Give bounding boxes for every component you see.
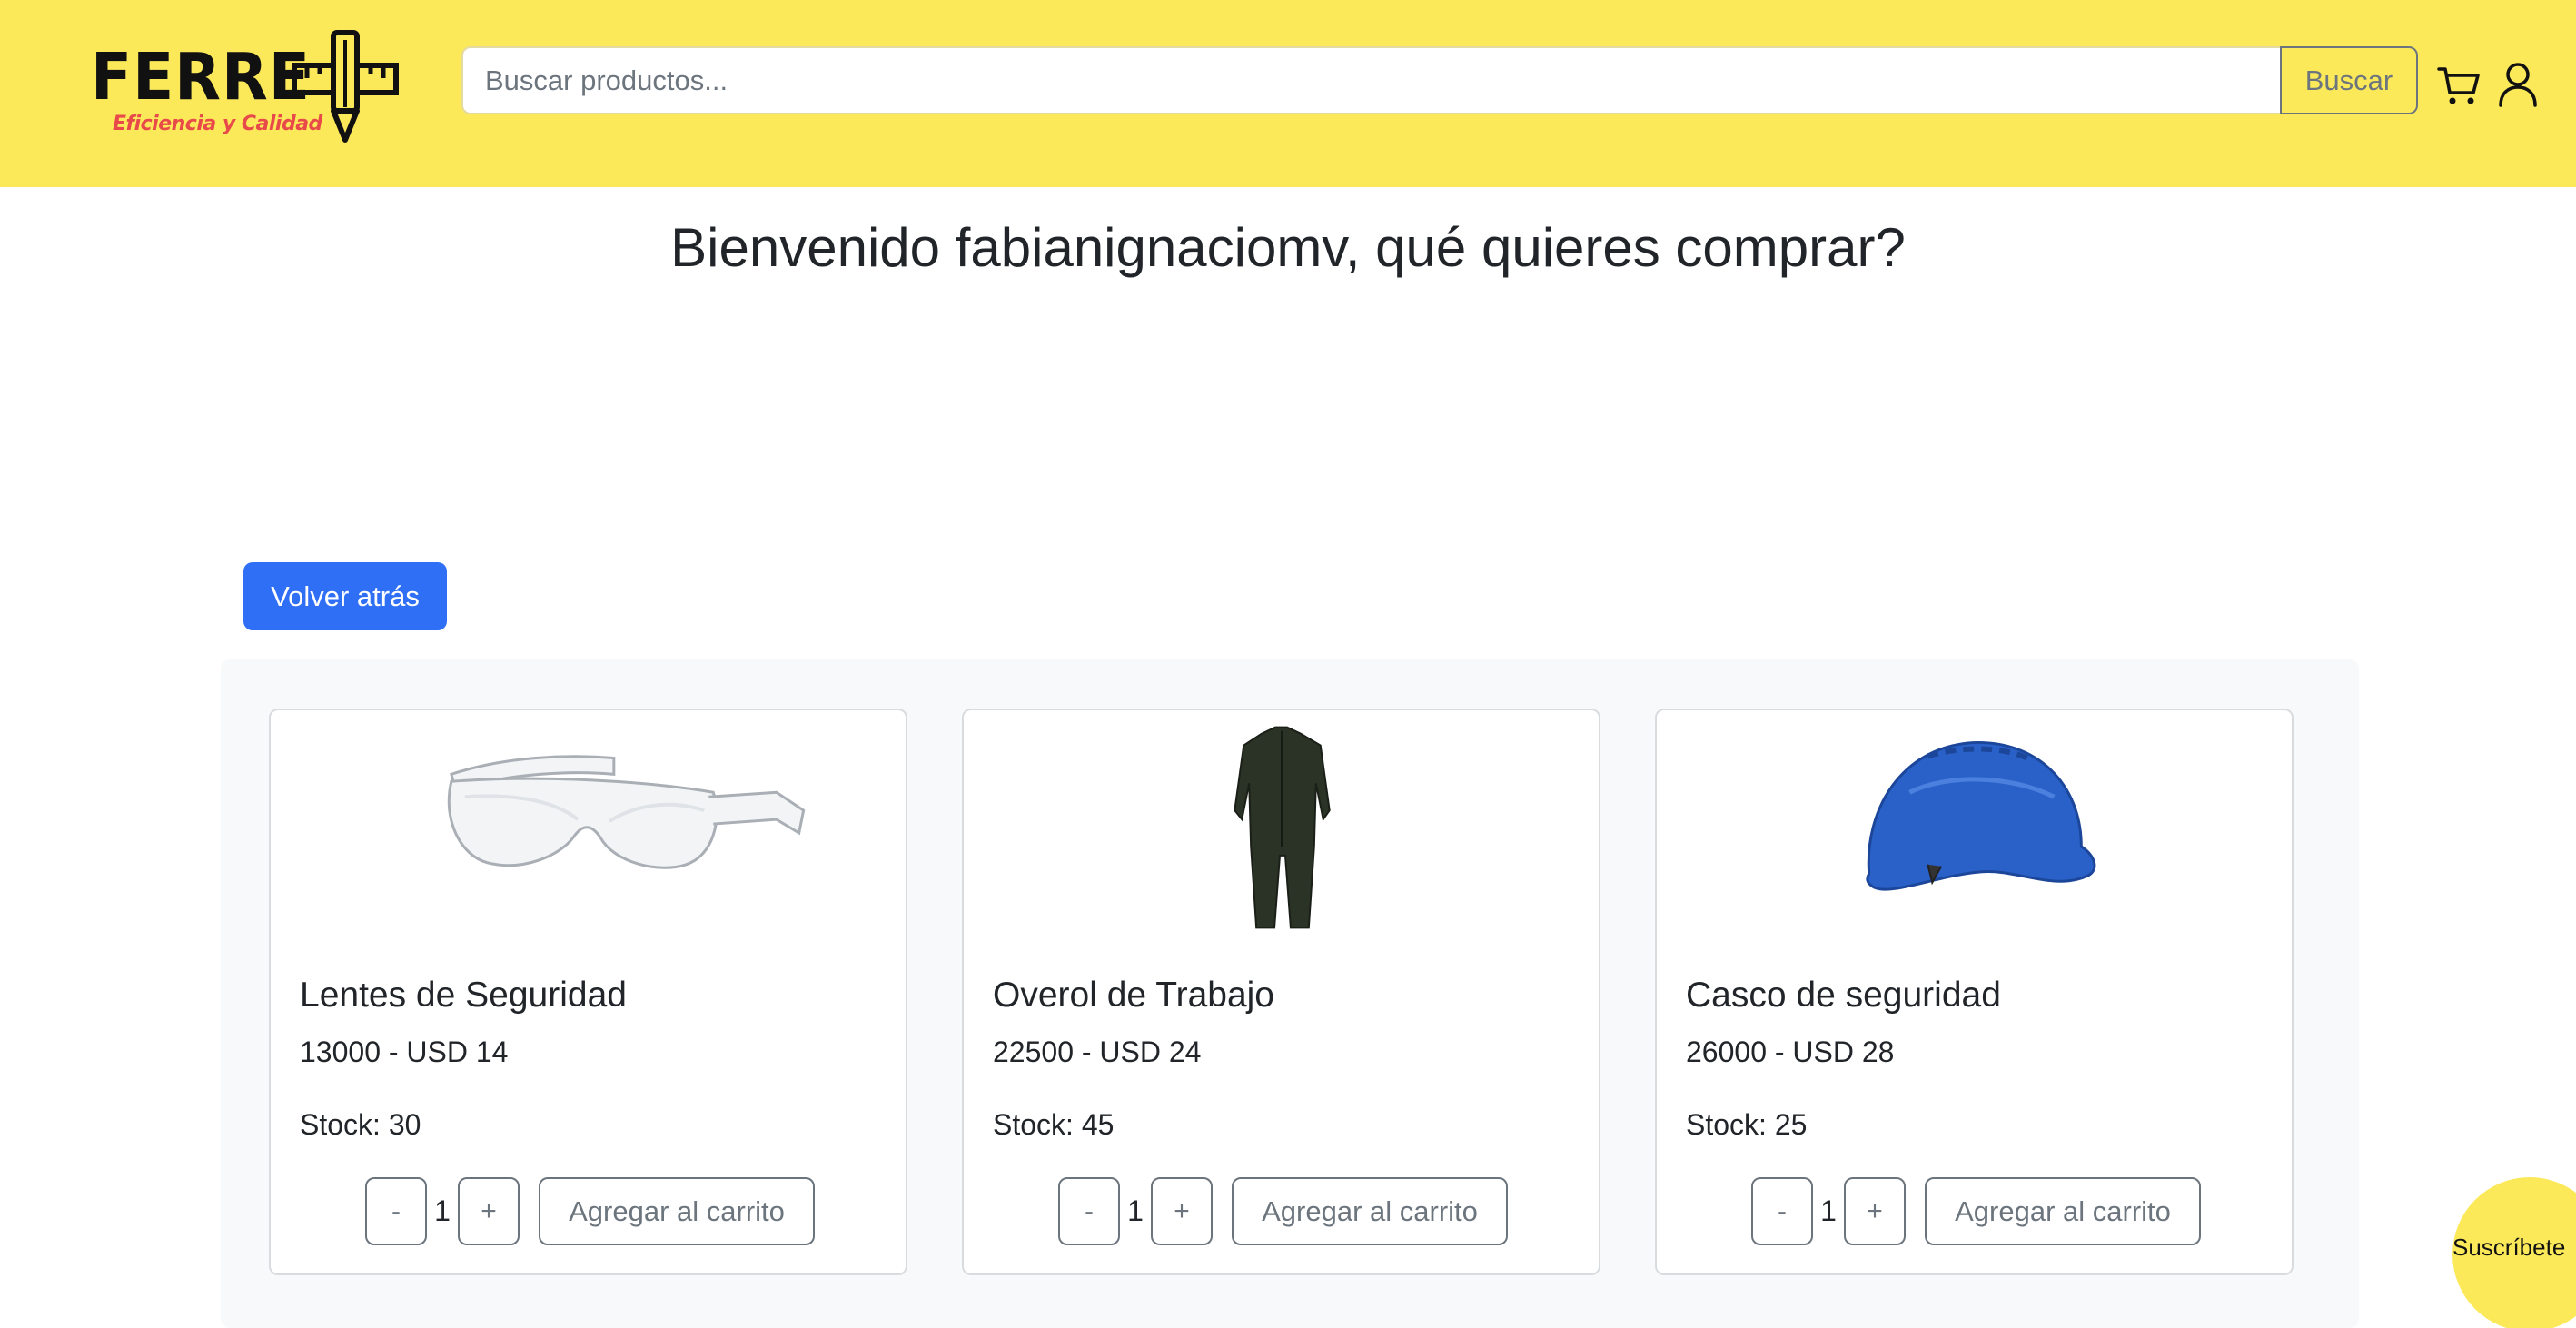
safety-glasses-image [447, 755, 806, 869]
header: FERRE Eficiencia y Calidad Buscar [0, 0, 2576, 187]
user-icon[interactable] [2498, 62, 2538, 107]
product-name: Casco de seguridad [1686, 976, 2001, 1015]
logo-text: FERRE [91, 38, 311, 115]
ruler-pencil-icon [292, 30, 399, 143]
add-to-cart-button[interactable]: Agregar al carrito [1232, 1177, 1508, 1245]
cart-icon[interactable] [2437, 64, 2481, 107]
add-to-cart-button[interactable]: Agregar al carrito [539, 1177, 815, 1245]
subscribe-button[interactable]: Suscríbete [2452, 1177, 2576, 1328]
product-name: Overol de Trabajo [993, 976, 1275, 1015]
page-title: Bienvenido fabianignaciomv, qué quieres … [670, 217, 1906, 278]
quantity-increase-button[interactable]: + [1844, 1177, 1906, 1245]
safety-helmet-image [1866, 741, 2096, 891]
logo[interactable]: FERRE Eficiencia y Calidad [91, 27, 400, 145]
work-coverall-image [1234, 726, 1331, 929]
quantity-value: 1 [1127, 1194, 1144, 1227]
subscribe-label: Suscríbete [2452, 1234, 2566, 1261]
product-name: Lentes de Seguridad [300, 976, 627, 1015]
quantity-decrease-button[interactable]: - [365, 1177, 427, 1245]
product-stock: Stock: 45 [993, 1108, 1115, 1141]
product-price: 13000 - USD 14 [300, 1036, 509, 1068]
quantity-decrease-button[interactable]: - [1058, 1177, 1120, 1245]
search-button[interactable]: Buscar [2280, 46, 2418, 114]
product-card: Casco de seguridad 26000 - USD 28 Stock:… [1655, 709, 2294, 1275]
quantity-increase-button[interactable]: + [458, 1177, 520, 1245]
product-card: Overol de Trabajo 22500 - USD 24 Stock: … [962, 709, 1600, 1275]
back-button[interactable]: Volver atrás [243, 562, 447, 630]
quantity-value: 1 [1820, 1194, 1837, 1227]
quantity-decrease-button[interactable]: - [1751, 1177, 1813, 1245]
quantity-increase-button[interactable]: + [1151, 1177, 1213, 1245]
quantity-value: 1 [434, 1194, 451, 1227]
add-to-cart-button[interactable]: Agregar al carrito [1925, 1177, 2201, 1245]
product-price: 26000 - USD 28 [1686, 1036, 1895, 1068]
product-card: Lentes de Seguridad 13000 - USD 14 Stock… [269, 709, 907, 1275]
product-price: 22500 - USD 24 [993, 1036, 1202, 1068]
search-input[interactable] [461, 46, 2281, 114]
product-stock: Stock: 25 [1686, 1108, 1808, 1141]
product-stock: Stock: 30 [300, 1108, 421, 1141]
